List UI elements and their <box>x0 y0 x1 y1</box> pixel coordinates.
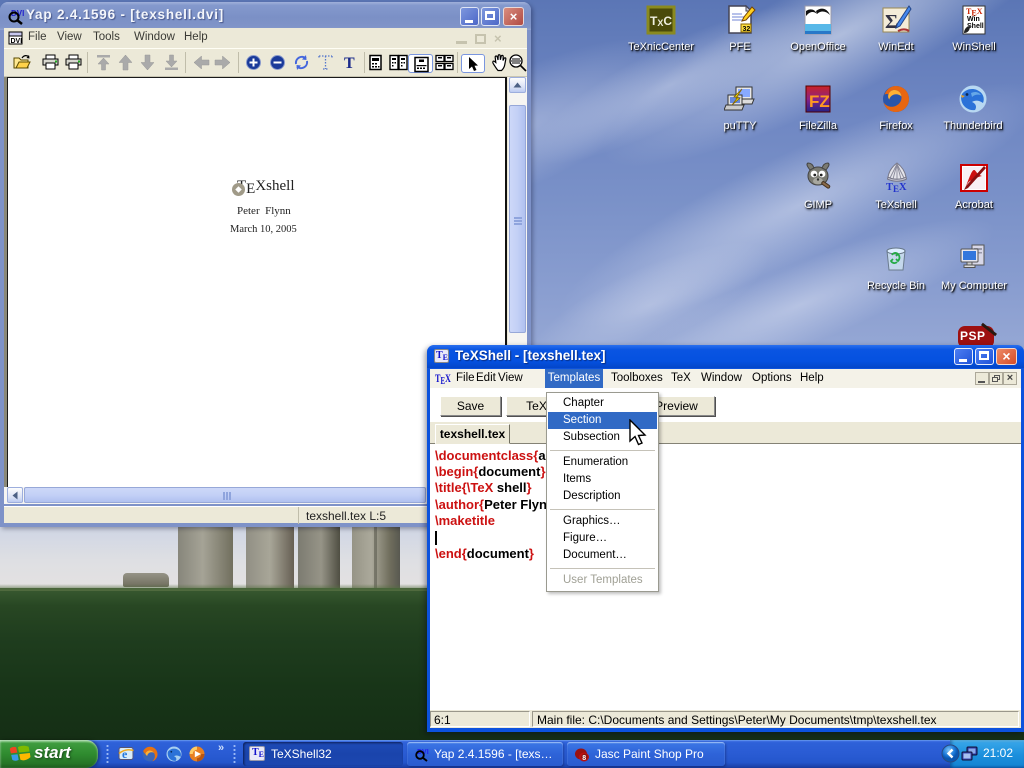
svg-text:8: 8 <box>582 755 586 762</box>
svg-text:T: T <box>344 55 355 71</box>
svg-text:FZ: FZ <box>809 92 830 111</box>
svg-text:TEX: TEX <box>435 371 451 386</box>
svg-text:32: 32 <box>743 26 751 33</box>
svg-text:Win: Win <box>967 16 980 23</box>
svg-text:DVI: DVI <box>11 38 23 45</box>
svg-text:Σ: Σ <box>885 11 898 33</box>
svg-text:TEX: TEX <box>886 182 907 194</box>
